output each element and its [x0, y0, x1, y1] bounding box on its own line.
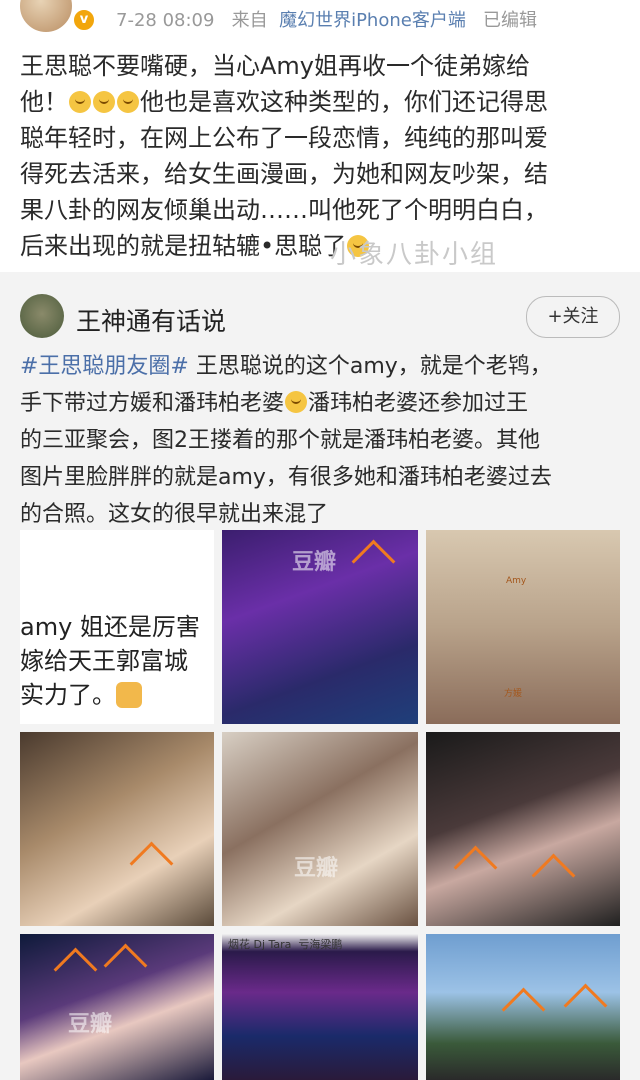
- photo-1-text-note[interactable]: amy 姐还是厉害 嫁给天王郭富城 实力了。: [20, 530, 214, 724]
- follow-button[interactable]: +关注: [526, 296, 620, 338]
- douban-watermark: 豆瓣: [294, 856, 339, 881]
- photo-caption: 烟花 Dj Tara 亏海梁鹏: [228, 938, 343, 951]
- repost-line: 的三亚聚会，图2王搂着的那个就是潘玮柏老婆。其他: [20, 428, 540, 453]
- orange-arrow-icon: [453, 845, 498, 890]
- author-avatar[interactable]: [18, 0, 74, 34]
- orange-arrow-icon: [501, 987, 546, 1032]
- post-line: 聪年轻时，在网上公布了一段恋情，纯纯的那叫爱: [20, 124, 548, 152]
- doge-emoji-icon: [117, 91, 139, 113]
- photo-5[interactable]: 豆瓣: [222, 732, 418, 926]
- hashtag-link[interactable]: #王思聪朋友圈#: [20, 354, 189, 379]
- photo-9[interactable]: [426, 934, 620, 1080]
- photo-6[interactable]: [426, 732, 620, 926]
- repost-line: 手下带过方媛和潘玮柏老婆 潘玮柏老婆还参加过王: [20, 391, 529, 416]
- source-prefix: 来自: [231, 10, 268, 31]
- source-client-link[interactable]: 魔幻世界iPhone客户端: [279, 10, 466, 31]
- repost-line: 的合照。这女的很早就出来混了: [20, 502, 329, 527]
- douban-watermark: 豆瓣: [292, 550, 337, 575]
- verified-badge-icon: v: [72, 8, 96, 32]
- post-line: 他！ 他也是喜欢这种类型的，你们还记得思: [20, 88, 548, 116]
- doge-emoji-icon: [69, 91, 91, 113]
- orange-arrow-icon: [351, 539, 396, 584]
- post-body: 王思聪不要嘴硬，当心Amy姐再收一个徒弟嫁给 他！ 他也是喜欢这种类型的，你们还记…: [20, 48, 620, 264]
- doge-emoji-icon: [93, 91, 115, 113]
- orange-arrow-icon: [531, 853, 576, 898]
- smirk-emoji-icon: [285, 391, 308, 413]
- repost-line: 图片里脸胖胖的就是amy，有很多她和潘玮柏老婆过去: [20, 465, 552, 490]
- repost-line: #王思聪朋友圈# 王思聪说的这个amy，就是个老鸨，: [20, 354, 552, 379]
- repost-author-avatar[interactable]: [20, 294, 64, 338]
- watermark: 小象八卦小组: [330, 240, 499, 270]
- post-meta: 7-28 08:09 来自 魔幻世界iPhone客户端 已编辑: [116, 6, 537, 32]
- photo-2[interactable]: 豆瓣: [222, 530, 418, 724]
- orange-arrow-icon: [53, 947, 98, 992]
- orange-arrow-icon: [563, 983, 608, 1028]
- thumbs-up-icon: [116, 682, 142, 708]
- post-line: 王思聪不要嘴硬，当心Amy姐再收一个徒弟嫁给: [20, 52, 530, 80]
- photo-8[interactable]: 烟花 Dj Tara 亏海梁鹏: [222, 934, 418, 1080]
- photo-label-fangyuan: 方媛: [504, 689, 523, 699]
- post-line: 后来出现的就是扭轱辘•思聪了: [20, 228, 620, 264]
- repost-body: #王思聪朋友圈# 王思聪说的这个amy，就是个老鸨， 手下带过方媛和潘玮柏老婆潘…: [20, 348, 624, 533]
- repost-card[interactable]: 王神通有话说 +关注 #王思聪朋友圈# 王思聪说的这个amy，就是个老鸨， 手下…: [0, 272, 640, 1080]
- edited-label[interactable]: 已编辑: [483, 10, 537, 31]
- photo-4[interactable]: [20, 732, 214, 926]
- post-line: 果八卦的网友倾巢出动……叫他死了个明明白白，: [20, 196, 548, 224]
- post-time: 7-28 08:09: [116, 10, 215, 31]
- note-text: amy 姐还是厉害 嫁给天王郭富城 实力了。: [20, 613, 200, 709]
- orange-arrow-icon: [103, 943, 148, 988]
- repost-author-name[interactable]: 王神通有话说: [76, 302, 226, 338]
- post-line: 得死去活来，给女生画漫画，为她和网友吵架，结: [20, 160, 548, 188]
- photo-label-amy: Amy: [506, 576, 527, 586]
- post-header: v 7-28 08:09 来自 魔幻世界iPhone客户端 已编辑: [0, 0, 640, 36]
- douban-watermark: 豆瓣: [68, 1012, 113, 1037]
- photo-7[interactable]: 豆瓣: [20, 934, 214, 1080]
- photo-3[interactable]: Amy 方媛: [426, 530, 620, 724]
- orange-arrow-icon: [129, 841, 174, 886]
